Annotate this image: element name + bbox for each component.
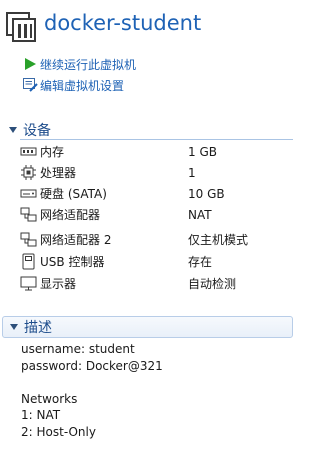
device-row-hard-disk[interactable]: 硬盘 (SATA) 10 GB [20,183,290,204]
device-value: 仅主机模式 [188,233,249,247]
collapse-triangle-icon [9,127,17,133]
device-row-display[interactable]: 显示器 自动检测 [20,273,290,294]
edit-settings-link[interactable]: 编辑虚拟机设置 [22,77,124,93]
device-row-network-adapter[interactable]: 网络适配器 NAT [20,204,290,225]
description-section-header[interactable]: 描述 [2,316,293,338]
device-name: 网络适配器 2 [40,233,112,247]
virtual-machine-icon [6,12,36,42]
description-line: Networks [21,392,78,406]
collapse-triangle-icon [10,324,18,330]
device-value: 自动检测 [188,277,237,291]
description-line: 1: NAT [21,408,61,422]
device-value: 10 GB [188,186,225,201]
device-row-processor[interactable]: 处理器 1 [20,162,290,183]
vm-header: docker-student [0,0,295,50]
hard-disk-icon [20,189,37,198]
resume-vm-label: 继续运行此虚拟机 [40,57,137,72]
devices-section-title: 设备 [23,123,51,139]
device-name: 处理器 [40,166,77,180]
device-value: 存在 [188,255,213,269]
device-name: 网络适配器 [40,208,101,222]
network-adapter-icon [20,207,37,222]
device-row-usb-controller[interactable]: USB 控制器 存在 [20,251,290,272]
description-line: 2: Host-Only [21,425,96,439]
devices-section-header[interactable]: 设备 [2,119,293,141]
processor-icon [21,165,36,180]
play-icon [25,58,36,70]
resume-vm-link[interactable]: 继续运行此虚拟机 [22,56,136,72]
device-name: 内存 [40,145,65,159]
device-value: 1 GB [188,144,217,159]
edit-settings-icon [23,78,38,92]
memory-icon [20,147,37,156]
device-name: 硬盘 (SATA) [40,187,107,201]
description-line: password: Docker@321 [21,359,163,373]
network-adapter-icon [20,232,37,247]
description-line: username: student [21,342,135,356]
device-value: NAT [188,207,212,222]
description-section-title: 描述 [24,320,52,336]
device-name: 显示器 [40,277,77,291]
device-row-memory[interactable]: 内存 1 GB [20,141,290,162]
vm-title: docker-student [44,11,202,35]
display-icon [20,276,37,291]
device-name: USB 控制器 [40,255,105,269]
edit-settings-label: 编辑虚拟机设置 [40,78,125,93]
usb-icon [22,253,35,270]
device-value: 1 [188,165,196,180]
device-row-network-adapter-2[interactable]: 网络适配器 2 仅主机模式 [20,229,290,250]
